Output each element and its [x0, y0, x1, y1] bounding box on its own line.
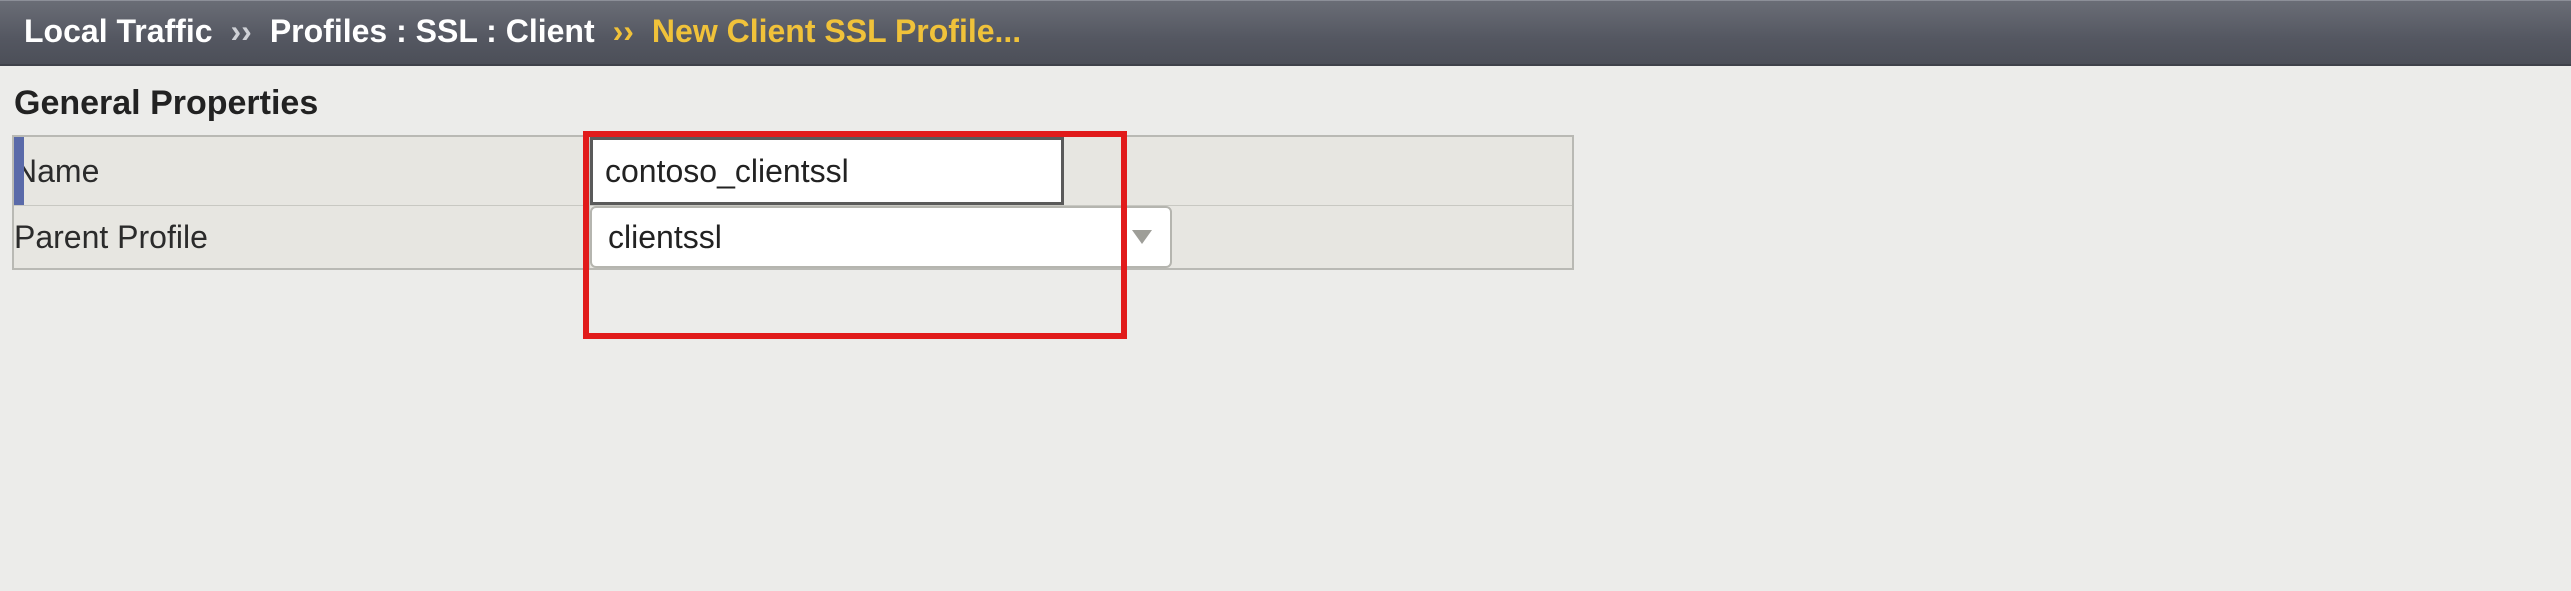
- breadcrumb: Local Traffic ›› Profiles : SSL : Client…: [0, 0, 2571, 66]
- breadcrumb-leaf: New Client SSL Profile...: [652, 13, 1021, 50]
- breadcrumb-middle[interactable]: Profiles : SSL : Client: [270, 13, 595, 50]
- breadcrumb-sep-icon: ››: [231, 13, 252, 50]
- parent-profile-selected-value: clientssl: [608, 219, 722, 256]
- general-properties-table: Name Parent Profile clientssl: [12, 135, 1574, 270]
- name-input[interactable]: [590, 137, 1064, 205]
- parent-profile-select[interactable]: clientssl: [590, 206, 1172, 268]
- label-name: Name: [14, 153, 99, 189]
- section-title-general-properties: General Properties: [0, 66, 2571, 135]
- breadcrumb-sep-icon: ››: [613, 13, 634, 50]
- chevron-down-icon: [1132, 230, 1152, 244]
- breadcrumb-root[interactable]: Local Traffic: [24, 13, 213, 50]
- row-name: Name: [13, 136, 1573, 206]
- row-parent-profile: Parent Profile clientssl: [13, 206, 1573, 270]
- label-parent-profile: Parent Profile: [14, 219, 208, 255]
